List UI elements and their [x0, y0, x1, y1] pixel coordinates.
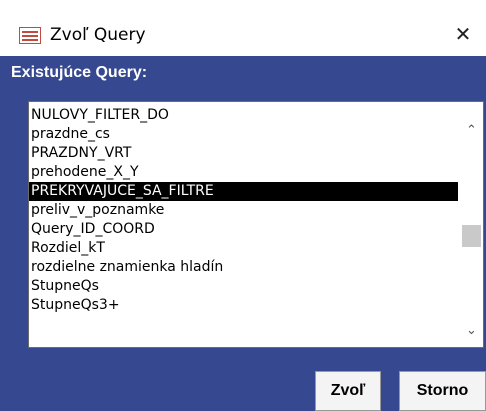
close-icon[interactable]: ✕ — [440, 15, 486, 53]
list-item[interactable]: StupneQs3+ — [29, 296, 458, 315]
query-listbox[interactable]: NULOVY_FILTER_DO prazdne_cs PRAZDNY_VRT pre… — [28, 101, 484, 348]
list-item[interactable]: rozdielne znamienka hladín — [29, 258, 458, 277]
vertical-scrollbar[interactable]: ⌃ ⌄ — [460, 102, 483, 347]
dialog-body: Existujúce Query: NULOVY_FILTER_DO prazdn… — [0, 56, 486, 411]
list-item[interactable]: Rozdiel_kT — [29, 239, 458, 258]
form-icon — [19, 27, 41, 44]
query-list: NULOVY_FILTER_DO prazdne_cs PRAZDNY_VRT pre… — [29, 106, 458, 315]
scroll-thumb[interactable] — [462, 225, 481, 247]
list-item[interactable]: PRAZDNY_VRT — [29, 144, 458, 163]
list-item[interactable]: preliv_v_poznamke — [29, 201, 458, 220]
scroll-up-icon[interactable]: ⌃ — [460, 120, 483, 140]
list-item[interactable]: prazdne_cs — [29, 125, 458, 144]
list-item[interactable]: prehodene_X_Y — [29, 163, 458, 182]
list-item[interactable]: Query_ID_COORD — [29, 220, 458, 239]
list-label: Existujúce Query: — [11, 64, 148, 81]
select-button[interactable]: Zvoľ — [315, 371, 381, 411]
title-bar: Zvoľ Query ✕ — [0, 0, 486, 56]
list-item[interactable]: NULOVY_FILTER_DO — [29, 106, 458, 125]
list-item[interactable]: StupneQs — [29, 277, 458, 296]
scroll-down-icon[interactable]: ⌄ — [460, 320, 483, 340]
window-title: Zvoľ Query — [50, 25, 146, 45]
list-item[interactable]: PREKRYVAJUCE_SA_FILTRE — [29, 182, 458, 201]
dialog-window: Zvoľ Query ✕ Existujúce Query: NULOVY_FI… — [0, 0, 486, 411]
cancel-button[interactable]: Storno — [399, 371, 486, 411]
